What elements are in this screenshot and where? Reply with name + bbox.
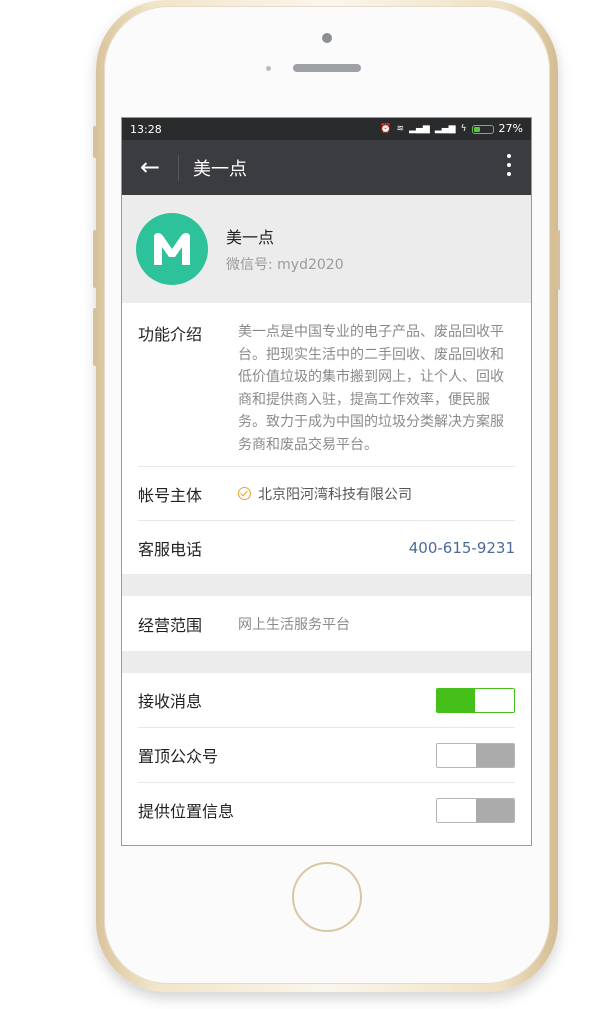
account-avatar[interactable] xyxy=(136,213,208,285)
share-location-toggle[interactable] xyxy=(436,797,515,823)
front-camera xyxy=(266,66,271,71)
volume-up-button xyxy=(93,230,98,288)
more-options-icon[interactable] xyxy=(507,154,511,176)
battery-icon xyxy=(471,124,494,134)
service-phone-row[interactable]: 客服电话 400-615-9231 xyxy=(122,521,531,574)
section-gap xyxy=(122,574,531,596)
section-gap xyxy=(122,651,531,673)
setting-row-pin-account: 置顶公众号 xyxy=(122,728,531,782)
service-phone-link[interactable]: 400-615-9231 xyxy=(409,539,515,557)
setting-label: 提供位置信息 xyxy=(138,802,235,821)
scope-row: 经营范围 网上生活服务平台 xyxy=(122,596,531,651)
account-name: 美一点 xyxy=(226,228,275,247)
page-title: 美一点 xyxy=(193,158,247,180)
pin-account-toggle[interactable] xyxy=(436,742,515,768)
charging-icon: ϟ xyxy=(460,124,467,134)
mute-switch xyxy=(93,126,98,158)
intro-row: 功能介绍 美一点是中国专业的电子产品、废品回收平台。把现实生活中的二手回收、废品… xyxy=(122,303,531,466)
intro-text: 美一点是中国专业的电子产品、废品回收平台。把现实生活中的二手回收、废品回收和低价… xyxy=(238,324,504,453)
app-bar: ← 美一点 xyxy=(122,140,531,195)
account-header: 美一点 微信号: myd2020 xyxy=(122,195,531,303)
battery-percent: 27% xyxy=(498,122,523,135)
subject-value: 北京阳河湾科技有限公司 xyxy=(258,486,412,503)
screen: 13:28 ⏰ ≋ ▂▄▆ ▂▄▆ ϟ 27% ← 美一点 美一点 微信号: m… xyxy=(122,118,531,845)
proximity-sensor xyxy=(322,33,332,43)
volume-down-button xyxy=(93,308,98,366)
status-time: 13:28 xyxy=(130,122,162,136)
setting-label: 接收消息 xyxy=(138,692,203,711)
status-bar: 13:28 ⏰ ≋ ▂▄▆ ▂▄▆ ϟ 27% xyxy=(122,118,531,140)
home-button[interactable] xyxy=(292,862,362,932)
subject-label: 帐号主体 xyxy=(138,485,203,505)
power-button xyxy=(555,230,560,290)
back-arrow-icon[interactable]: ← xyxy=(122,140,178,195)
alarm-icon: ⏰ xyxy=(380,124,392,134)
signal-icon: ▂▄▆ xyxy=(409,124,430,134)
setting-row-share-location: 提供位置信息 xyxy=(122,783,531,837)
intro-label: 功能介绍 xyxy=(138,325,203,344)
verified-check-icon xyxy=(238,487,251,500)
earpiece-speaker xyxy=(293,64,361,72)
setting-label: 置顶公众号 xyxy=(138,747,219,766)
subject-row[interactable]: 帐号主体 北京阳河湾科技有限公司 xyxy=(122,467,531,520)
setting-row-receive-messages: 接收消息 xyxy=(122,673,531,727)
wifi-icon: ≋ xyxy=(396,124,405,134)
scope-value: 网上生活服务平台 xyxy=(238,616,350,633)
service-phone-label: 客服电话 xyxy=(138,539,203,559)
app-bar-divider xyxy=(178,154,179,181)
scope-label: 经营范围 xyxy=(138,615,203,635)
m-logo-icon xyxy=(154,233,190,266)
receive-messages-toggle[interactable] xyxy=(436,687,515,713)
signal-icon-2: ▂▄▆ xyxy=(434,124,456,134)
wechat-id: 微信号: myd2020 xyxy=(226,257,344,273)
